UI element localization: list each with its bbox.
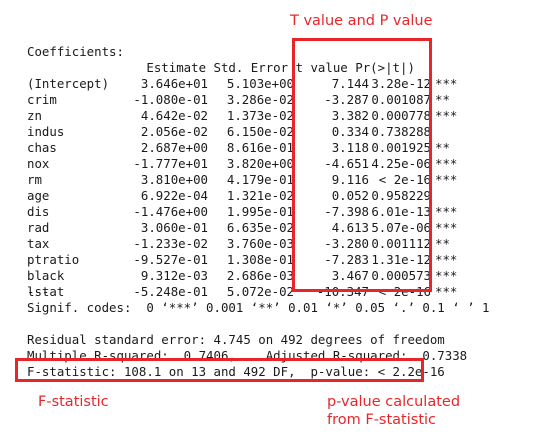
coef-std-error: 3.286e-02 <box>226 92 294 107</box>
coef-name: chas <box>27 140 57 155</box>
f-statistic-highlight-box <box>15 358 424 382</box>
coef-signif-stars: *** <box>435 172 458 187</box>
residual-standard-error-line: Residual standard error: 4.745 on 492 de… <box>27 332 445 347</box>
coef-std-error: 1.995e-01 <box>226 204 294 219</box>
coef-signif-stars: *** <box>435 204 458 219</box>
coef-estimate: 3.810e+00 <box>140 172 208 187</box>
coef-std-error: 2.686e-03 <box>226 268 294 283</box>
coef-name: age <box>27 188 50 203</box>
coef-std-error: 1.308e-01 <box>226 252 294 267</box>
coef-signif-stars: *** <box>435 252 458 267</box>
coef-std-error: 5.103e+00 <box>226 76 294 91</box>
coef-name: black <box>27 268 65 283</box>
coef-estimate: -9.527e-01 <box>133 252 208 267</box>
coef-name: crim <box>27 92 57 107</box>
coef-name: zn <box>27 108 42 123</box>
coef-signif-stars: *** <box>435 268 458 283</box>
coef-name: tax <box>27 236 50 251</box>
coef-signif-stars: *** <box>435 76 458 91</box>
coef-signif-stars: *** <box>435 220 458 235</box>
coef-std-error: 1.373e-02 <box>226 108 294 123</box>
coef-name: (Intercept) <box>27 76 110 91</box>
coef-std-error: 6.150e-02 <box>226 124 294 139</box>
coef-estimate: -1.233e-02 <box>133 236 208 251</box>
coef-estimate: -1.080e-01 <box>133 92 208 107</box>
coef-std-error: 8.616e-01 <box>226 140 294 155</box>
coef-signif-stars: ** <box>435 140 450 155</box>
coef-std-error: 5.072e-02 <box>226 284 294 299</box>
coef-signif-stars: *** <box>435 284 458 299</box>
separator-line: --- <box>27 284 50 299</box>
coefficients-title: Coefficients: <box>27 44 124 59</box>
coef-std-error: 1.321e-02 <box>226 188 294 203</box>
t-and-p-value-annotation: T value and P value <box>290 13 433 29</box>
coef-name: ptratio <box>27 252 80 267</box>
coef-std-error: 6.635e-02 <box>226 220 294 235</box>
coef-std-error: 3.760e-03 <box>226 236 294 251</box>
coef-estimate: -1.476e+00 <box>133 204 208 219</box>
coef-signif-stars: ** <box>435 92 450 107</box>
coef-std-error: 3.820e+00 <box>226 156 294 171</box>
signif-codes-line: Signif. codes: 0 ‘***’ 0.001 ‘**’ 0.01 ‘… <box>27 300 490 315</box>
f-statistic-annotation: F-statistic <box>38 394 109 410</box>
p-value-annotation: p-value calculated from F-statistic <box>327 394 461 428</box>
coef-signif-stars: *** <box>435 108 458 123</box>
coef-name: rad <box>27 220 50 235</box>
coef-estimate: 9.312e-03 <box>140 268 208 283</box>
coef-estimate: 6.922e-04 <box>140 188 208 203</box>
coef-name: indus <box>27 124 65 139</box>
coef-estimate: -1.777e+01 <box>133 156 208 171</box>
coef-estimate: -5.248e-01 <box>133 284 208 299</box>
coef-estimate: 2.687e+00 <box>140 140 208 155</box>
coef-name: rm <box>27 172 42 187</box>
coef-name: dis <box>27 204 50 219</box>
coef-estimate: 4.642e-02 <box>140 108 208 123</box>
coef-estimate: 3.060e-01 <box>140 220 208 235</box>
coef-estimate: 3.646e+01 <box>140 76 208 91</box>
coef-signif-stars: *** <box>435 156 458 171</box>
coef-std-error: 4.179e-01 <box>226 172 294 187</box>
t-p-value-highlight-box <box>292 38 432 292</box>
coef-estimate: 2.056e-02 <box>140 124 208 139</box>
coef-name: nox <box>27 156 50 171</box>
coef-signif-stars: ** <box>435 236 450 251</box>
